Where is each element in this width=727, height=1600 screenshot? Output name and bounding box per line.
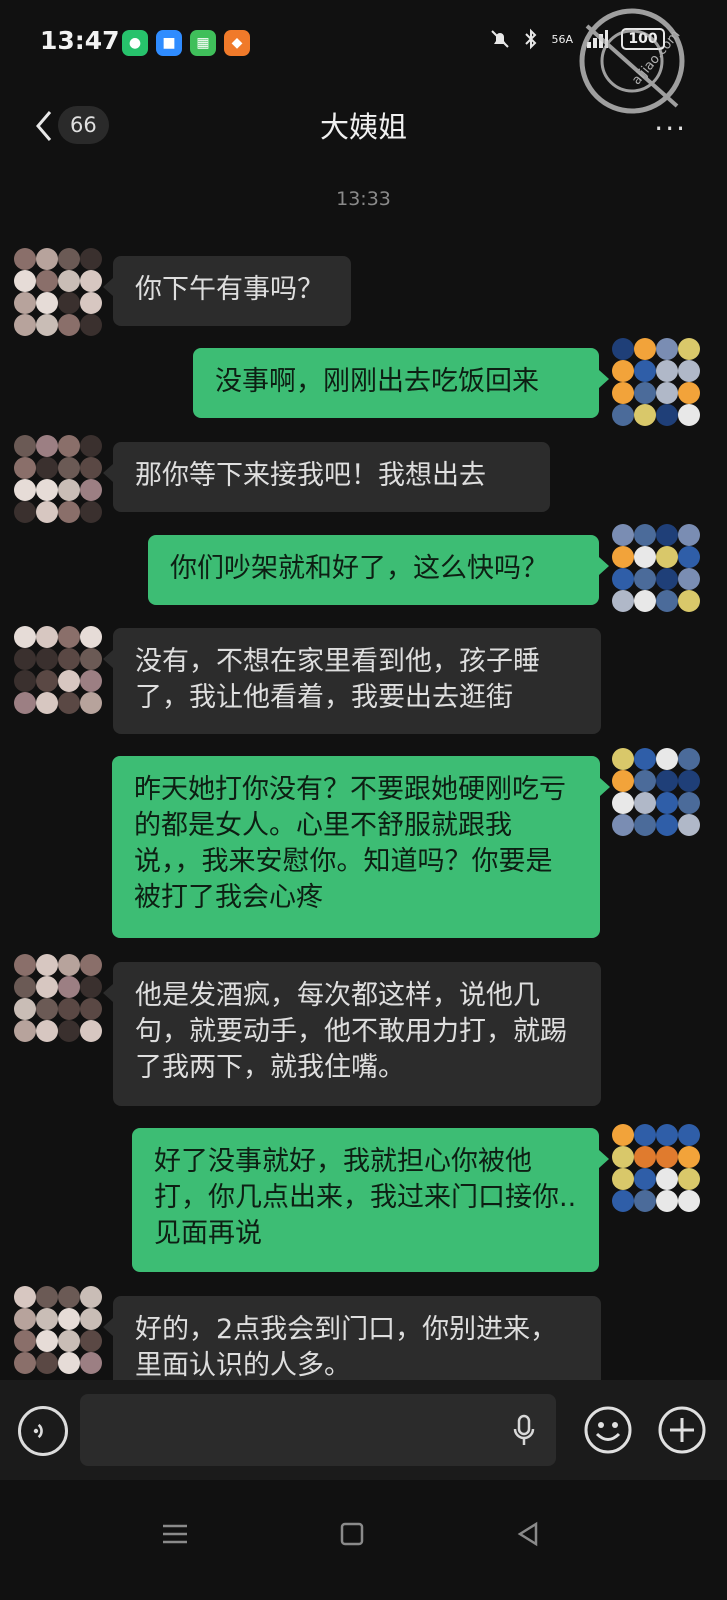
message-bubble[interactable]: 昨天她打你没有？不要跟她硬刚吃亏的都是女人。心里不舒服就跟我说，，我来安慰你。知… xyxy=(112,756,610,938)
my-avatar[interactable] xyxy=(612,338,700,426)
contact-avatar[interactable] xyxy=(14,1286,102,1374)
my-avatar[interactable] xyxy=(612,524,700,612)
plus-icon[interactable] xyxy=(656,1404,708,1456)
chat-title: 大姨姐 xyxy=(319,110,407,144)
bluetooth-icon xyxy=(525,28,537,50)
avatar-mosaic-icon xyxy=(612,1124,700,1212)
avatar-mosaic-icon xyxy=(612,524,700,612)
contact-avatar[interactable] xyxy=(14,954,102,1042)
avatar-mosaic-icon xyxy=(14,626,102,714)
contact-avatar[interactable] xyxy=(14,626,102,714)
message-bubble[interactable]: 没有，不想在家里看到他，孩子睡了，我让他看着，我要出去逛街 xyxy=(103,628,601,734)
avatar-mosaic-icon xyxy=(14,435,102,523)
message-bubble[interactable]: 没事啊，刚刚出去吃饭回来 xyxy=(193,348,609,418)
wechat-icon: ● xyxy=(122,30,148,56)
voice-toggle-icon[interactable] xyxy=(18,1406,68,1456)
my-avatar[interactable] xyxy=(612,1124,700,1212)
message-bubble[interactable]: 好了没事就好，我就担心你被他打，你几点出来，我过来门口接你..见面再说 xyxy=(132,1128,609,1272)
mic-icon[interactable] xyxy=(512,1414,536,1448)
back-triangle-icon[interactable] xyxy=(508,1514,548,1554)
app-icon: ▦ xyxy=(190,30,216,56)
message-bubble[interactable]: 你们吵架就和好了，这么快吗？ xyxy=(148,535,609,605)
avatar-mosaic-icon xyxy=(14,248,102,336)
home-square-icon[interactable] xyxy=(332,1514,372,1554)
message-bubble[interactable]: 那你等下来接我吧！我想出去 xyxy=(103,442,550,512)
my-avatar[interactable] xyxy=(612,748,700,836)
shop-icon: ◆ xyxy=(224,30,250,56)
status-app-icons: ● ■ ▦ ◆ xyxy=(122,30,250,56)
avatar-mosaic-icon xyxy=(14,1286,102,1374)
mute-bell-icon xyxy=(491,30,510,48)
message-bubble[interactable]: 他是发酒疯，每次都这样，说他几句，就要动手，他不敢用力打，就踢了我两下，就我住嘴… xyxy=(103,962,601,1106)
avatar-mosaic-icon xyxy=(14,954,102,1042)
files-icon: ■ xyxy=(156,30,182,56)
message-input[interactable] xyxy=(80,1394,556,1466)
avatar-mosaic-icon xyxy=(612,338,700,426)
status-time: 13:47 xyxy=(40,26,120,55)
menu-icon[interactable] xyxy=(155,1514,195,1554)
contact-avatar[interactable] xyxy=(14,248,102,336)
avatar-mosaic-icon xyxy=(612,748,700,836)
network-label: 56A xyxy=(551,32,573,46)
emoji-icon[interactable] xyxy=(582,1404,634,1456)
system-nav-bar xyxy=(0,1480,727,1600)
input-bar xyxy=(0,1380,727,1480)
more-options-button[interactable]: ··· xyxy=(654,112,687,145)
message-timestamp: 13:33 xyxy=(336,188,391,210)
chat-header: 66 大姨姐 ··· xyxy=(0,84,727,168)
message-bubble[interactable]: 你下午有事吗？ xyxy=(103,256,351,326)
contact-avatar[interactable] xyxy=(14,435,102,523)
